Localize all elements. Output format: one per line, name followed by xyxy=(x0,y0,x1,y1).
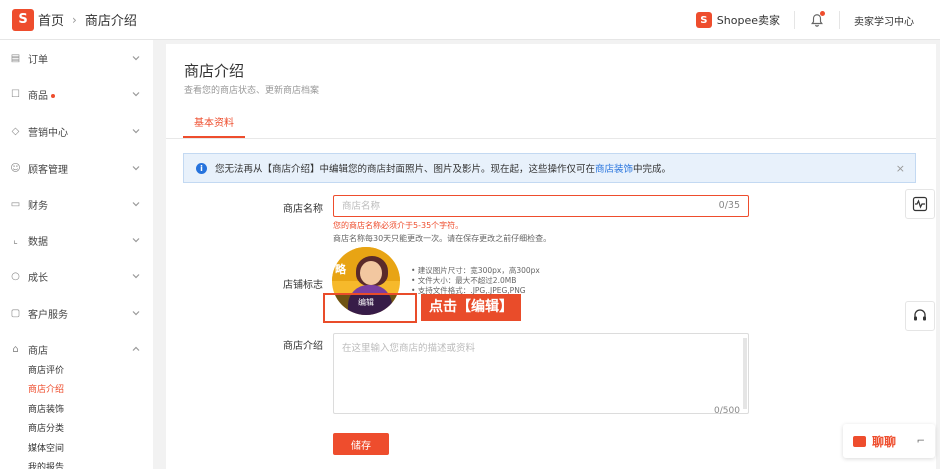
description-scrollbar[interactable] xyxy=(743,338,747,409)
notification-button[interactable] xyxy=(795,0,839,40)
sidebar-item-label: 商品 xyxy=(28,87,55,102)
logo-badge-text: 略 xyxy=(335,263,346,276)
brand-text: Shopee卖家 xyxy=(716,14,780,27)
chevron-up-icon xyxy=(132,346,140,351)
info-icon: i xyxy=(196,162,207,174)
breadcrumb-separator: › xyxy=(72,12,77,27)
notice-text: 您无法再从【商店介绍】中编辑您的商店封面照片、图片及影片。现在起，这些操作仅可在… xyxy=(215,164,672,175)
sidebar-item-products[interactable]: ☐ 商品 xyxy=(0,84,153,104)
shop-name-field[interactable]: 0/35 xyxy=(333,195,749,217)
shop-name-hint: 商店名称每30天只能更改一次。请在保存更改之前仔细检查。 xyxy=(333,234,552,243)
sidebar-item-label: 成长 xyxy=(28,272,48,284)
minimize-icon[interactable]: ⌐ xyxy=(917,436,925,447)
sidebar-subitem-media-space[interactable]: 媒体空间 xyxy=(28,441,64,454)
chevron-down-icon xyxy=(132,274,140,279)
message-icon: ▢ xyxy=(10,307,21,319)
sidebar-subitem-shop-profile[interactable]: 商店介绍 xyxy=(28,382,64,395)
sidebar-item-shop[interactable]: ⌂ 商店 xyxy=(0,339,153,359)
info-notice: i 您无法再从【商店介绍】中编辑您的商店封面照片、图片及影片。现在起，这些操作仅… xyxy=(183,153,916,183)
shop-description-label: 商店介绍 xyxy=(283,341,323,352)
breadcrumb-current: 商店介绍 xyxy=(84,14,137,29)
description-counter: 0/500 xyxy=(714,406,740,416)
learning-center-link[interactable]: 卖家学习中心 xyxy=(840,13,940,28)
shop-name-label: 商店名称 xyxy=(283,204,323,215)
click-edit-callout: 点击【编辑】 xyxy=(421,294,521,321)
breadcrumb-home[interactable]: 首页 xyxy=(38,10,64,29)
chevron-down-icon xyxy=(132,56,140,61)
sidebar-item-label: 商店 xyxy=(28,345,48,357)
save-button[interactable]: 储存 xyxy=(333,433,389,455)
sidebar-item-label: 顾客管理 xyxy=(28,164,68,176)
sidebar-item-label: 客户服务 xyxy=(28,309,68,321)
sidebar-item-label: 营销中心 xyxy=(28,127,68,139)
chevron-down-icon xyxy=(132,202,140,207)
shop-logo-label: 店铺标志 xyxy=(283,280,323,291)
logo-face xyxy=(360,261,382,285)
shop-description-input[interactable] xyxy=(342,340,742,400)
sidebar-item-orders[interactable]: ▤ 订单 xyxy=(0,48,153,68)
edit-highlight-box xyxy=(323,293,417,323)
main-panel: 商店介绍 查看您的商店状态、更新商店档案 基本资料 i 您无法再从【商店介绍】中… xyxy=(166,44,936,469)
sidebar-subitem-shop-categories[interactable]: 商店分类 xyxy=(28,421,64,434)
chat-bubble-icon xyxy=(853,435,866,447)
notification-dot xyxy=(820,11,825,16)
shopee-seller-brand[interactable]: S Shopee卖家 xyxy=(682,12,794,28)
store-icon: ⌂ xyxy=(12,343,19,355)
sidebar-item-customer-service[interactable]: ▢ 客户服务 xyxy=(0,303,153,323)
sidebar-item-data[interactable]: ⌞ 数据 xyxy=(0,230,153,250)
clipboard-icon: ▤ xyxy=(10,52,21,64)
sidebar-item-label: 财务 xyxy=(28,200,48,212)
sidebar-item-label: 数据 xyxy=(28,236,48,248)
shop-decoration-link[interactable]: 商店装饰 xyxy=(595,164,633,175)
shop-description-field[interactable] xyxy=(333,333,749,414)
page-subtitle: 查看您的商店状态、更新商店档案 xyxy=(184,86,320,96)
logo-spec-format: • 支持文件格式：.JPG,.JPEG,PNG xyxy=(411,286,526,295)
pulse-widget-button[interactable] xyxy=(905,189,935,219)
chevron-down-icon xyxy=(132,129,140,134)
sidebar-item-label: 订单 xyxy=(28,54,48,66)
chevron-down-icon xyxy=(132,238,140,243)
activity-icon xyxy=(912,196,928,212)
sidebar-item-customers[interactable]: ☺ 顾客管理 xyxy=(0,158,153,178)
tab-divider xyxy=(166,138,936,139)
chevron-down-icon xyxy=(132,166,140,171)
box-icon: ☐ xyxy=(11,88,20,100)
shop-name-input[interactable] xyxy=(342,196,702,216)
close-icon[interactable]: × xyxy=(896,162,905,175)
customers-icon: ☺ xyxy=(10,162,21,174)
chevron-down-icon xyxy=(132,92,140,97)
shopee-logo-icon[interactable]: S xyxy=(12,8,34,31)
sidebar-item-growth[interactable]: ○ 成长 xyxy=(0,266,153,286)
chart-icon: ⌞ xyxy=(13,234,18,246)
tab-basic-info[interactable]: 基本资料 xyxy=(194,114,234,129)
badge-icon: ○ xyxy=(11,270,20,282)
chat-widget[interactable]: 聊聊 ⌐ xyxy=(843,424,935,458)
tag-icon: ◇ xyxy=(11,125,20,137)
sidebar-subitem-shop-decoration[interactable]: 商店装饰 xyxy=(28,402,64,415)
headset-icon xyxy=(914,309,926,321)
wallet-icon: ▭ xyxy=(10,198,21,210)
shopee-bag-icon: S xyxy=(695,12,712,28)
shop-name-counter: 0/35 xyxy=(718,200,740,211)
chat-label: 聊聊 xyxy=(872,434,897,449)
support-widget-button[interactable] xyxy=(905,301,935,331)
sidebar-subitem-shop-reviews[interactable]: 商店评价 xyxy=(28,363,64,376)
sidebar-item-marketing[interactable]: ◇ 营销中心 xyxy=(0,121,153,141)
sidebar: ▤ 订单 ☐ 商品 ◇ 营销中心 ☺ 顾客管理 ▭ 财务 ⌞ 数据 ○ 成长 ▢… xyxy=(0,40,153,469)
top-bar: S 首页 › 商店介绍 S Shopee卖家 卖家学习中心 xyxy=(0,0,940,40)
sidebar-item-finance[interactable]: ▭ 财务 xyxy=(0,194,153,214)
sidebar-subitem-my-reports[interactable]: 我的报告 xyxy=(28,460,64,469)
page-title: 商店介绍 xyxy=(184,62,245,80)
chevron-down-icon xyxy=(132,311,140,316)
new-dot xyxy=(51,93,55,98)
shop-name-error: 您的商店名称必须介于5-35个字符。 xyxy=(333,221,464,230)
